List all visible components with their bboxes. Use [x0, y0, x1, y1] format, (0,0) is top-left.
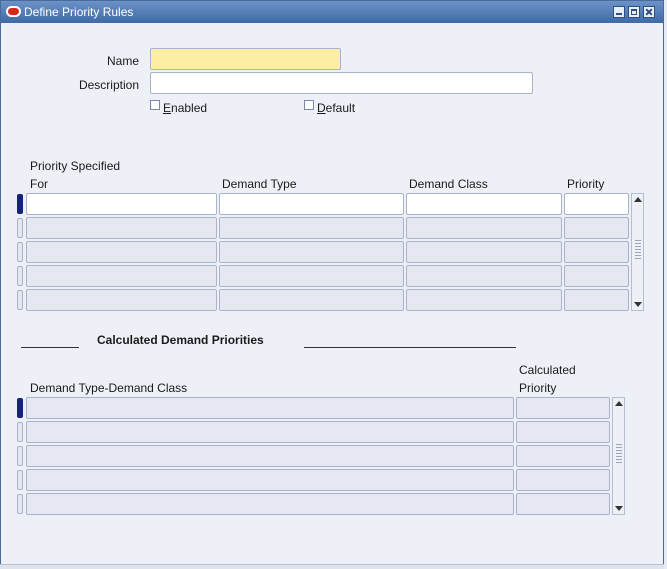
- record-indicator[interactable]: [17, 266, 23, 286]
- demand-type-class-cell[interactable]: [26, 397, 514, 419]
- demand-type-class-header: Demand Type-Demand Class: [30, 381, 188, 395]
- current-record-indicator[interactable]: [17, 398, 23, 418]
- demand-type-class-cell[interactable]: [26, 421, 514, 443]
- calculated-priority-cell[interactable]: [516, 469, 610, 491]
- maximize-icon[interactable]: [628, 6, 640, 18]
- demand-type-cell[interactable]: [219, 289, 404, 311]
- section-divider-right: [304, 347, 516, 348]
- priority-cell[interactable]: [564, 241, 629, 263]
- scroll-grip-icon[interactable]: [635, 240, 641, 260]
- enabled-checkbox[interactable]: [150, 100, 160, 110]
- priority-cell[interactable]: [564, 193, 629, 215]
- description-label: Description: [78, 78, 139, 92]
- priority-cell[interactable]: [564, 217, 629, 239]
- scroll-down-icon[interactable]: [615, 506, 623, 511]
- scroll-down-icon[interactable]: [634, 302, 642, 307]
- demand-type-cell[interactable]: [219, 241, 404, 263]
- calculated-priority-cell[interactable]: [516, 397, 610, 419]
- default-checkbox[interactable]: [304, 100, 314, 110]
- demand-type-header: Demand Type: [222, 177, 297, 191]
- priority-for-cell[interactable]: [26, 241, 217, 263]
- calculated-priority-cell[interactable]: [516, 493, 610, 515]
- priority-cell[interactable]: [564, 265, 629, 287]
- scroll-grip-icon[interactable]: [616, 444, 622, 464]
- calculated-table-scrollbar[interactable]: [612, 397, 625, 515]
- define-priority-rules-window: Define Priority Rules Name Description E…: [0, 0, 664, 566]
- priority-header: Priority: [567, 177, 605, 191]
- priority-cell[interactable]: [564, 289, 629, 311]
- close-icon[interactable]: [643, 6, 655, 18]
- record-indicator[interactable]: [17, 290, 23, 310]
- scroll-up-icon[interactable]: [634, 197, 642, 202]
- current-record-indicator[interactable]: [17, 194, 23, 214]
- record-indicator[interactable]: [17, 218, 23, 238]
- section-divider-left: [21, 347, 79, 348]
- window-title: Define Priority Rules: [24, 5, 134, 19]
- record-indicator[interactable]: [17, 242, 23, 262]
- record-indicator[interactable]: [17, 494, 23, 514]
- demand-class-cell[interactable]: [406, 265, 562, 287]
- demand-type-class-cell[interactable]: [26, 445, 514, 467]
- demand-type-class-cell[interactable]: [26, 493, 514, 515]
- record-indicator[interactable]: [17, 422, 23, 442]
- description-field[interactable]: [150, 72, 533, 94]
- demand-class-cell[interactable]: [406, 241, 562, 263]
- record-indicator[interactable]: [17, 446, 23, 466]
- demand-type-cell[interactable]: [219, 193, 404, 215]
- oracle-app-icon: [6, 6, 21, 17]
- name-label: Name: [106, 54, 139, 68]
- demand-type-class-cell[interactable]: [26, 469, 514, 491]
- default-label: Default: [317, 101, 356, 115]
- titlebar: Define Priority Rules: [1, 1, 663, 23]
- priority-specified-header: Priority Specified For: [30, 159, 121, 191]
- rules-table-scrollbar[interactable]: [631, 193, 644, 311]
- name-field[interactable]: [150, 48, 341, 70]
- priority-for-cell[interactable]: [26, 193, 217, 215]
- calculated-priority-cell[interactable]: [516, 421, 610, 443]
- scroll-up-icon[interactable]: [615, 401, 623, 406]
- demand-type-cell[interactable]: [219, 265, 404, 287]
- demand-class-cell[interactable]: [406, 193, 562, 215]
- priority-for-cell[interactable]: [26, 265, 217, 287]
- enabled-label: Enabled: [163, 101, 208, 115]
- calculated-priority-header: Calculated Priority: [519, 363, 576, 395]
- demand-type-cell[interactable]: [219, 217, 404, 239]
- window-bottom-edge: [0, 564, 664, 569]
- demand-class-cell[interactable]: [406, 289, 562, 311]
- demand-class-cell[interactable]: [406, 217, 562, 239]
- minimize-icon[interactable]: [613, 6, 625, 18]
- calculated-priority-cell[interactable]: [516, 445, 610, 467]
- priority-for-cell[interactable]: [26, 289, 217, 311]
- demand-class-header: Demand Class: [409, 177, 488, 191]
- priority-for-cell[interactable]: [26, 217, 217, 239]
- calculated-section-title: Calculated Demand Priorities: [97, 333, 264, 347]
- record-indicator[interactable]: [17, 470, 23, 490]
